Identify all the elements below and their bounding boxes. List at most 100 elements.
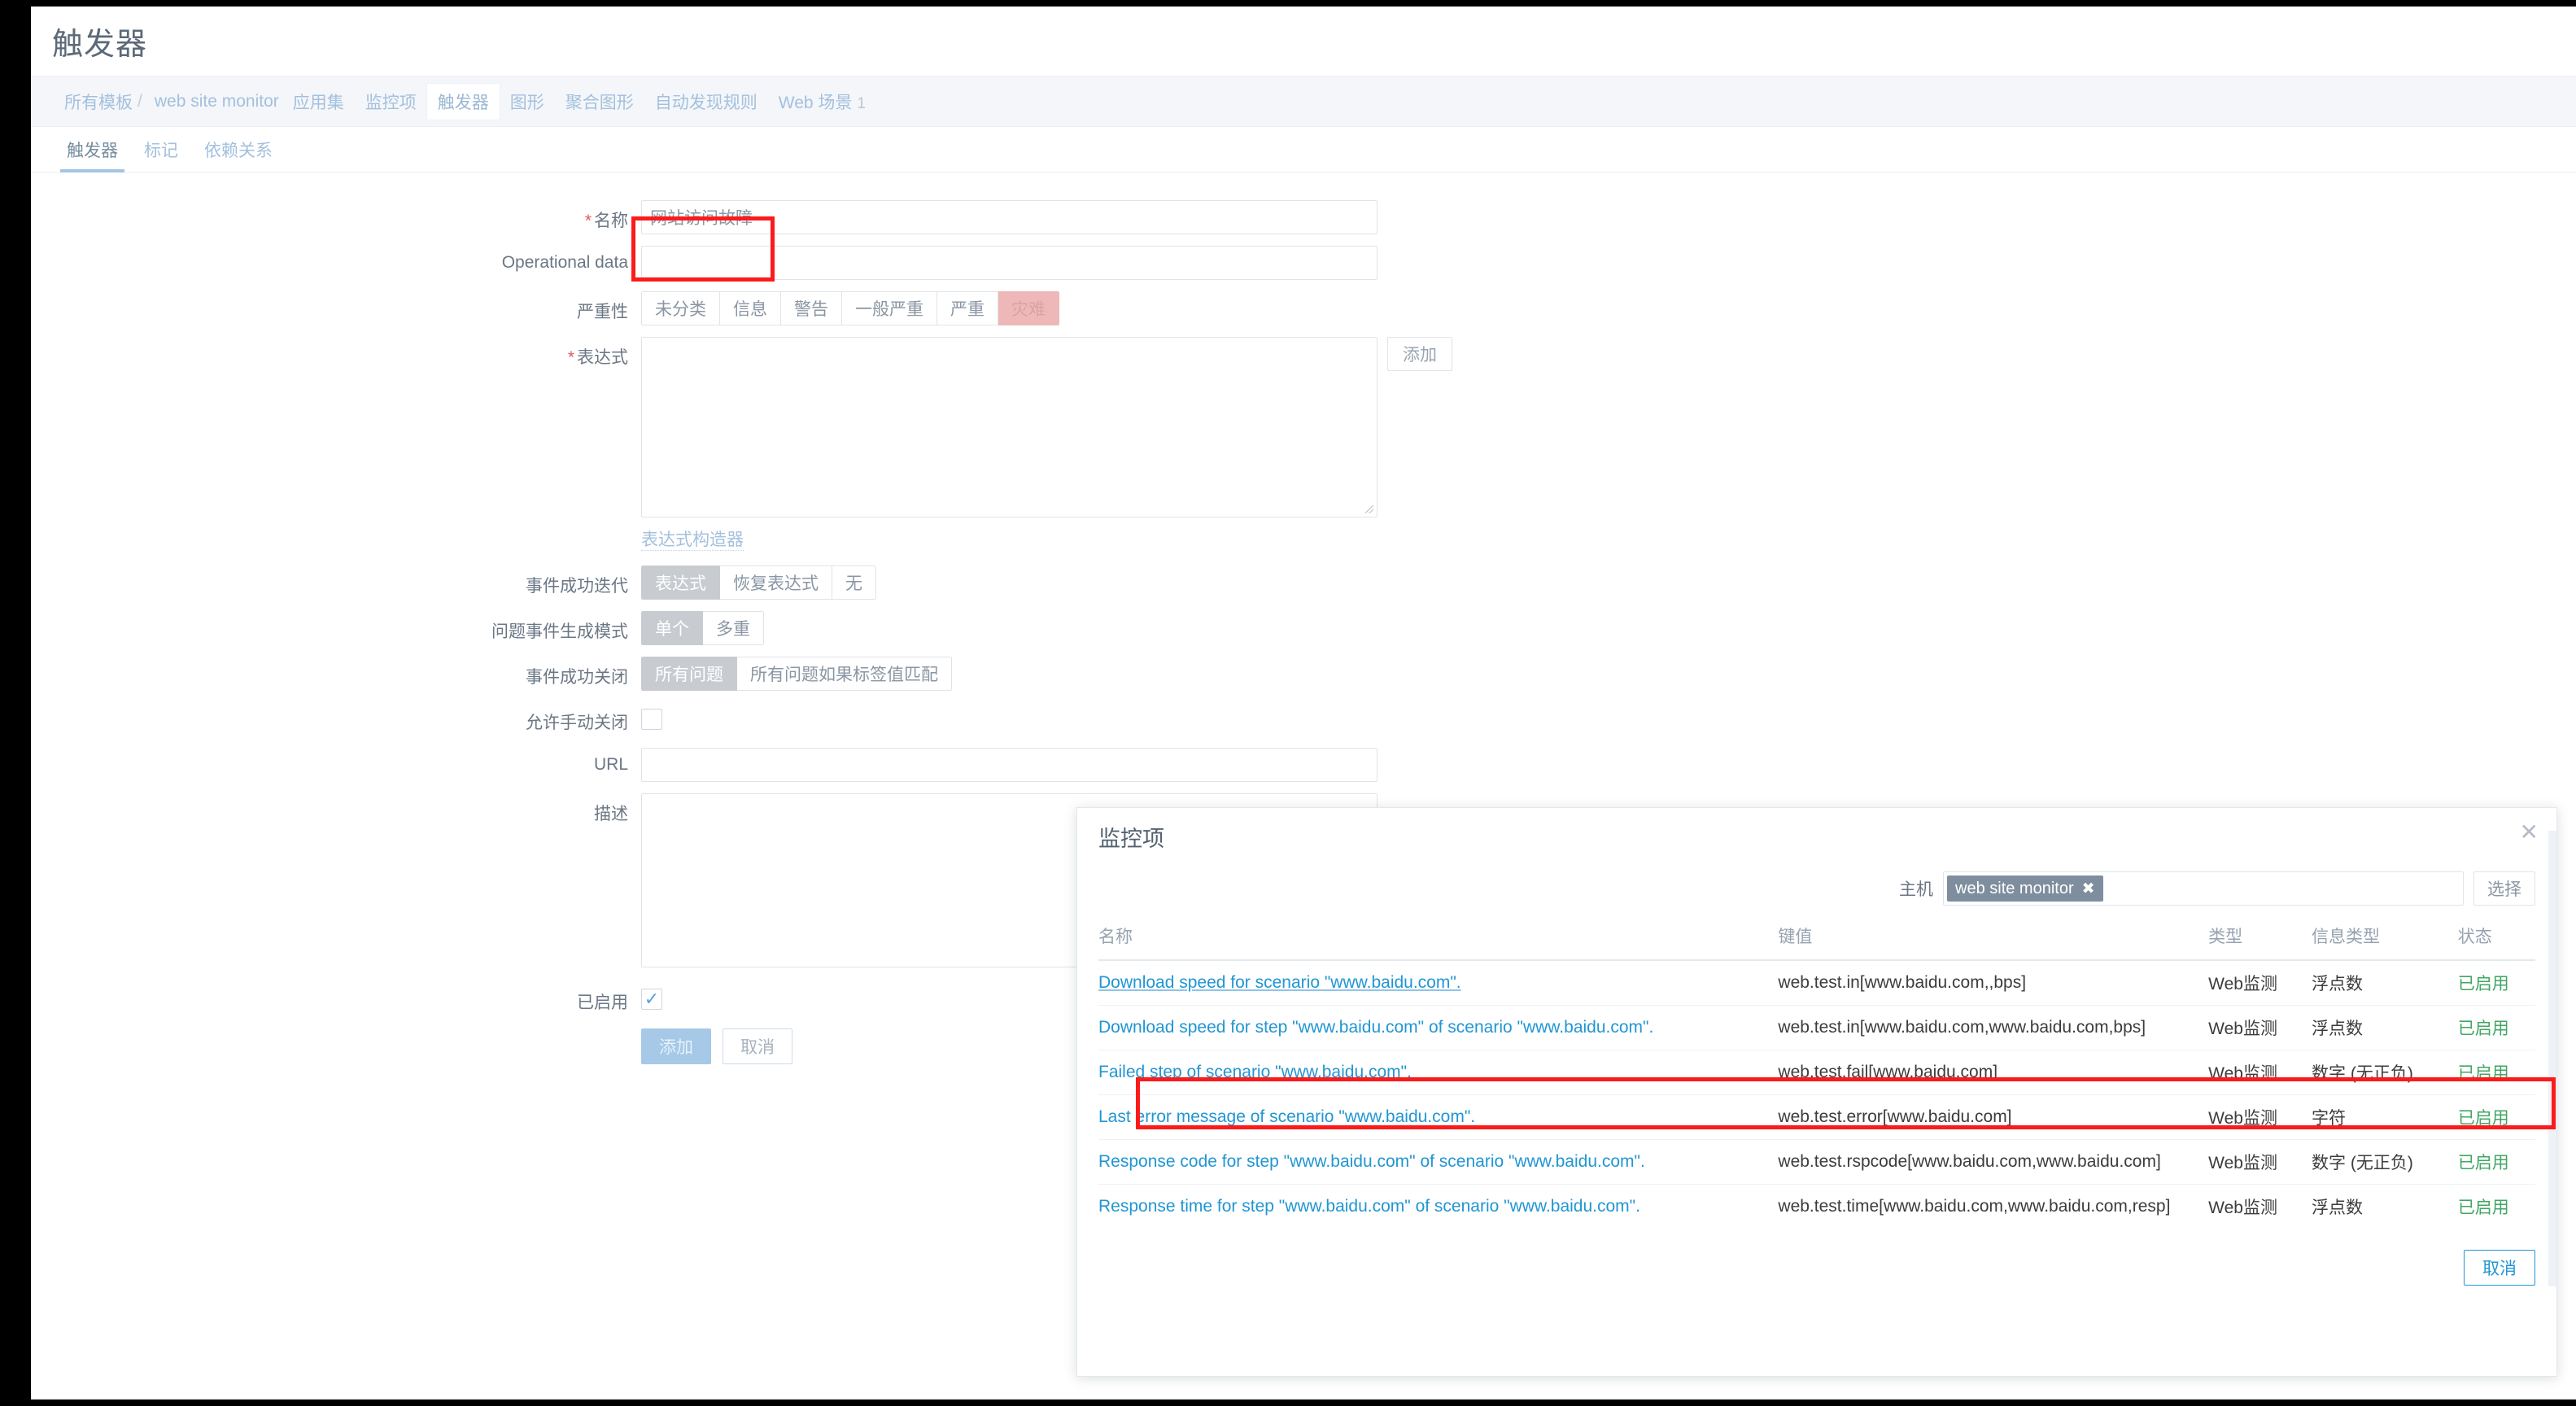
form-row-operational-data: Operational data xyxy=(31,246,2576,280)
ok-event-generation-group: 表达式 恢复表达式 无 xyxy=(641,565,876,600)
cell-item-status: 已启用 xyxy=(2457,1094,2535,1140)
table-row[interactable]: Failed step of scenario "www.baidu.com".… xyxy=(1098,1050,2535,1095)
remove-host-icon[interactable]: ✖ xyxy=(2082,880,2095,898)
url-input[interactable] xyxy=(641,748,1378,783)
ok-event-closes-option-tag-match[interactable]: 所有问题如果标签值匹配 xyxy=(737,657,952,692)
name-input[interactable]: 网站访问故障 xyxy=(641,200,1378,234)
label-url: URL xyxy=(593,755,628,775)
breadcrumb-item-discovery[interactable]: 自动发现规则 xyxy=(644,84,768,120)
form-row-name: * 名称 网站访问故障 xyxy=(31,200,2576,234)
ok-event-option-none[interactable]: 无 xyxy=(832,565,876,600)
item-link[interactable]: Response time for step "www.baidu.com" o… xyxy=(1098,1197,1640,1216)
breadcrumb-separator: / xyxy=(138,91,142,111)
tab-trigger[interactable]: 触发器 xyxy=(54,138,131,172)
host-filter-row: 主机 web site monitor ✖ 选择 xyxy=(1098,871,2535,906)
severity-option-disaster[interactable]: 灾难 xyxy=(998,291,1059,325)
breadcrumb-all-templates[interactable]: 所有模板 xyxy=(54,84,136,120)
cell-item-key: web.test.in[www.baidu.com,,bps] xyxy=(1778,960,2209,1006)
label-severity: 严重性 xyxy=(577,303,628,321)
table-row[interactable]: Download speed for step "www.baidu.com" … xyxy=(1098,1005,2535,1050)
host-chip[interactable]: web site monitor ✖ xyxy=(1947,875,2103,902)
submit-add-button[interactable]: 添加 xyxy=(641,1028,711,1065)
severity-option-warning[interactable]: 警告 xyxy=(781,291,842,325)
item-link[interactable]: Download speed for step "www.baidu.com" … xyxy=(1098,1018,1653,1037)
tab-tags[interactable]: 标记 xyxy=(131,138,191,172)
expression-add-button[interactable]: 添加 xyxy=(1387,337,1452,371)
cell-item-status: 已启用 xyxy=(2457,960,2535,1006)
ok-event-closes-option-all-problems[interactable]: 所有问题 xyxy=(641,657,737,692)
form-row-ok-event-closes: 事件成功关闭 所有问题 所有问题如果标签值匹配 xyxy=(31,657,2576,692)
label-description: 描述 xyxy=(594,805,628,824)
column-header-key: 键值 xyxy=(1778,924,2209,961)
severity-group: 未分类 信息 警告 一般严重 严重 灾难 xyxy=(641,291,1059,325)
cell-item-value-type: 浮点数 xyxy=(2312,1199,2364,1217)
cell-item-key: web.test.fail[www.baidu.com] xyxy=(1778,1050,2209,1095)
expression-textarea[interactable] xyxy=(641,337,1378,517)
cell-item-name: Failed step of scenario "www.baidu.com". xyxy=(1098,1050,1779,1095)
host-chip-label: web site monitor xyxy=(1955,879,2074,897)
cell-item-key: web.test.time[www.baidu.com,www.baidu.co… xyxy=(1778,1197,2171,1216)
breadcrumb-item-web[interactable]: Web 场景 1 xyxy=(768,84,876,120)
check-icon: ✓ xyxy=(644,989,660,1010)
cell-item-value-type: 浮点数 xyxy=(2312,1005,2458,1050)
enabled-checkbox[interactable]: ✓ xyxy=(641,989,662,1011)
cell-item-value-type: 字符 xyxy=(2312,1094,2458,1140)
cell-item-key: web.test.in[www.baidu.com,www.baidu.com,… xyxy=(1778,1005,2209,1050)
breadcrumb-template-name[interactable]: web site monitor xyxy=(144,86,282,117)
table-row[interactable]: Response time for step "www.baidu.com" o… xyxy=(1098,1185,2535,1229)
page-title: 触发器 xyxy=(52,28,148,62)
close-icon[interactable]: ✕ xyxy=(2520,821,2539,844)
label-problem-event-mode: 问题事件生成模式 xyxy=(491,622,628,642)
item-link[interactable]: Response code for step "www.baidu.com" o… xyxy=(1098,1152,1645,1171)
breadcrumb-item-triggers[interactable]: 触发器 xyxy=(426,83,500,120)
breadcrumb-item-applications[interactable]: 应用集 xyxy=(282,84,355,120)
cell-item-status: 已启用 xyxy=(2457,1199,2509,1217)
select-host-button[interactable]: 选择 xyxy=(2473,871,2535,906)
operational-data-input[interactable] xyxy=(641,246,1378,280)
host-multiselect[interactable]: web site monitor ✖ xyxy=(1943,871,2464,906)
page-root: 触发器 所有模板 / web site monitor 应用集 监控项 触发器 … xyxy=(31,7,2576,1399)
label-ok-event-generation: 事件成功迭代 xyxy=(526,577,628,596)
cell-item-value-type: 数字 (无正负) xyxy=(2312,1050,2458,1095)
breadcrumb-item-screens[interactable]: 聚合图形 xyxy=(555,84,644,120)
modal-scrollbar[interactable] xyxy=(2548,831,2556,1286)
cell-item-name: Response time for step "www.baidu.com" o… xyxy=(1098,1185,1778,1229)
allow-manual-close-checkbox[interactable]: ✓ xyxy=(641,709,662,731)
cancel-button[interactable]: 取消 xyxy=(723,1028,792,1065)
cell-item-key: web.test.error[www.baidu.com] xyxy=(1778,1094,2209,1140)
problem-event-option-single[interactable]: 单个 xyxy=(641,611,703,646)
modal-title: 监控项 xyxy=(1098,826,1164,851)
modal-cancel-button[interactable]: 取消 xyxy=(2464,1250,2535,1286)
table-row[interactable]: Download speed for scenario "www.baidu.c… xyxy=(1098,960,2535,1006)
severity-option-information[interactable]: 信息 xyxy=(720,291,781,325)
ok-event-option-expression[interactable]: 表达式 xyxy=(641,565,720,600)
severity-option-average[interactable]: 一般严重 xyxy=(842,291,937,325)
modal-body: 主机 web site monitor ✖ 选择 名称 键值 类型 信息类型 状… xyxy=(1077,871,2556,1229)
table-row[interactable]: Last error message of scenario "www.baid… xyxy=(1098,1094,2535,1140)
cell-item-value-type: 浮点数 xyxy=(2312,960,2458,1006)
page-header: 触发器 xyxy=(31,7,2576,76)
item-link[interactable]: Last error message of scenario "www.baid… xyxy=(1098,1107,1475,1126)
tab-dependencies[interactable]: 依赖关系 xyxy=(191,138,286,172)
severity-option-high[interactable]: 严重 xyxy=(937,291,998,325)
form-row-ok-event-generation: 事件成功迭代 表达式 恢复表达式 无 xyxy=(31,565,2576,600)
cell-item-status: 已启用 xyxy=(2457,1005,2535,1050)
breadcrumb: 所有模板 / web site monitor 应用集 监控项 触发器 图形 聚… xyxy=(31,76,2576,127)
problem-event-option-multiple[interactable]: 多重 xyxy=(703,611,764,646)
breadcrumb-item-graphs[interactable]: 图形 xyxy=(500,84,555,120)
severity-option-not-classified[interactable]: 未分类 xyxy=(641,291,720,325)
table-row[interactable]: Response code for step "www.baidu.com" o… xyxy=(1098,1139,2535,1185)
cell-item-key: web.test.rspcode[www.baidu.com,www.baidu… xyxy=(1778,1139,2209,1185)
cell-item-name: Response code for step "www.baidu.com" o… xyxy=(1098,1139,1779,1185)
expression-constructor-link[interactable]: 表达式构造器 xyxy=(641,530,744,552)
items-table: 名称 键值 类型 信息类型 状态 Download speed for scen… xyxy=(1098,924,2535,1229)
item-link[interactable]: Download speed for scenario "www.baidu.c… xyxy=(1098,973,1461,992)
cell-item-type: Web监测 xyxy=(2208,1139,2312,1185)
item-link[interactable]: Failed step of scenario "www.baidu.com". xyxy=(1098,1063,1412,1081)
breadcrumb-web-count: 1 xyxy=(857,94,866,112)
label-operational-data: Operational data xyxy=(501,253,628,272)
column-header-name: 名称 xyxy=(1098,924,1779,961)
cell-item-status: 已启用 xyxy=(2457,1050,2535,1095)
breadcrumb-item-items[interactable]: 监控项 xyxy=(355,84,427,120)
ok-event-option-recovery-expression[interactable]: 恢复表达式 xyxy=(720,565,832,600)
